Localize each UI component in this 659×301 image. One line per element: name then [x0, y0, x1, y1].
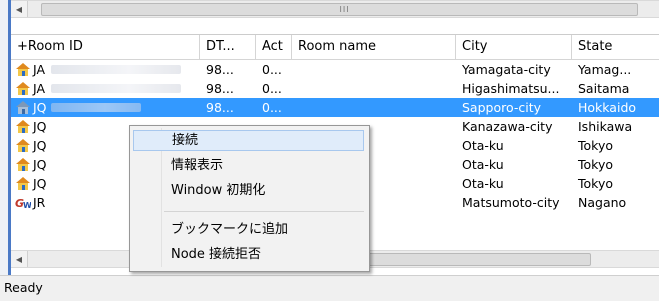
state-cell: Ishikawa — [578, 119, 633, 134]
room-id-prefix: JQ — [33, 176, 47, 191]
city-cell: Sapporo-city — [462, 100, 542, 115]
room-id-prefix: JA — [33, 81, 46, 96]
state-cell: Tokyo — [578, 157, 613, 172]
redacted-room-id — [51, 103, 141, 112]
menu-item-window-reset[interactable]: Window 初期化 — [133, 180, 364, 201]
table-row[interactable]: JA 98... 0... Higashimatsu... Saitama — [11, 79, 659, 98]
column-header-city[interactable]: City — [456, 35, 572, 59]
room-id-prefix: JQ — [33, 138, 47, 153]
room-id-prefix: JQ — [33, 157, 47, 172]
top-horizontal-scrollbar[interactable]: ◀ III — [11, 0, 659, 18]
dt-cell: 98... — [206, 100, 234, 115]
city-cell: Yamagata-city — [462, 62, 551, 77]
state-cell: Yamag... — [578, 62, 632, 77]
scroll-left-arrow-icon[interactable]: ◀ — [11, 1, 28, 17]
room-id-prefix: JR — [33, 195, 46, 210]
menu-separator — [164, 211, 364, 212]
column-header-room-name[interactable]: Room name — [292, 35, 456, 59]
city-cell: Ota-ku — [462, 138, 504, 153]
column-header-state[interactable]: State — [572, 35, 659, 59]
city-cell: Higashimatsu... — [462, 81, 560, 96]
state-cell: Tokyo — [578, 138, 613, 153]
menu-item-connect[interactable]: 接続 — [133, 130, 364, 151]
svg-text:W: W — [23, 201, 31, 210]
house-icon — [16, 139, 30, 152]
room-id-prefix: JQ — [33, 100, 47, 115]
city-cell: Matsumoto-city — [462, 195, 560, 210]
city-cell: Ota-ku — [462, 157, 504, 172]
column-header-act[interactable]: Act — [256, 35, 292, 59]
act-cell: 0... — [262, 81, 282, 96]
house-icon — [16, 63, 30, 76]
house-icon — [16, 82, 30, 95]
status-text: Ready — [4, 280, 43, 295]
city-cell: Kanazawa-city — [462, 119, 553, 134]
scrollbar-thumb[interactable]: III — [41, 3, 638, 16]
table-row[interactable]: JA 98... 0... Yamagata-city Yamag... — [11, 60, 659, 79]
state-cell: Saitama — [578, 81, 630, 96]
status-bar: Ready — [0, 275, 659, 301]
scrollbar-grip: III — [339, 5, 350, 14]
act-cell: 0... — [262, 62, 282, 77]
house-icon — [16, 120, 30, 133]
gateway-gw-icon: GW — [15, 197, 31, 210]
room-id-prefix: JA — [33, 62, 46, 77]
menu-item-node-deny[interactable]: Node 接続拒否 — [133, 244, 364, 265]
scroll-left-arrow-icon[interactable]: ◀ — [11, 251, 28, 267]
state-cell: Tokyo — [578, 176, 613, 191]
house-icon — [16, 101, 30, 114]
column-header-room-id[interactable]: +Room ID — [11, 35, 200, 59]
house-icon — [16, 177, 30, 190]
dt-cell: 98... — [206, 81, 234, 96]
context-menu: 接続 情報表示 Window 初期化 ブックマークに追加 Node 接続拒否 — [129, 125, 370, 272]
redacted-room-id — [51, 65, 181, 74]
act-cell: 0... — [262, 100, 282, 115]
menu-item-show-info[interactable]: 情報表示 — [133, 155, 364, 176]
table-header: +Room ID DT... Act Room name City State — [11, 34, 659, 60]
state-cell: Hokkaido — [578, 100, 637, 115]
menu-item-add-bookmark[interactable]: ブックマークに追加 — [133, 219, 364, 240]
column-header-dt[interactable]: DT... — [200, 35, 256, 59]
table-row-selected[interactable]: JQ 98... 0... Sapporo-city Hokkaido — [11, 98, 659, 117]
room-id-prefix: JQ — [33, 119, 47, 134]
house-icon — [16, 158, 30, 171]
redacted-room-id — [51, 84, 181, 93]
city-cell: Ota-ku — [462, 176, 504, 191]
state-cell: Nagano — [578, 195, 627, 210]
dt-cell: 98... — [206, 62, 234, 77]
